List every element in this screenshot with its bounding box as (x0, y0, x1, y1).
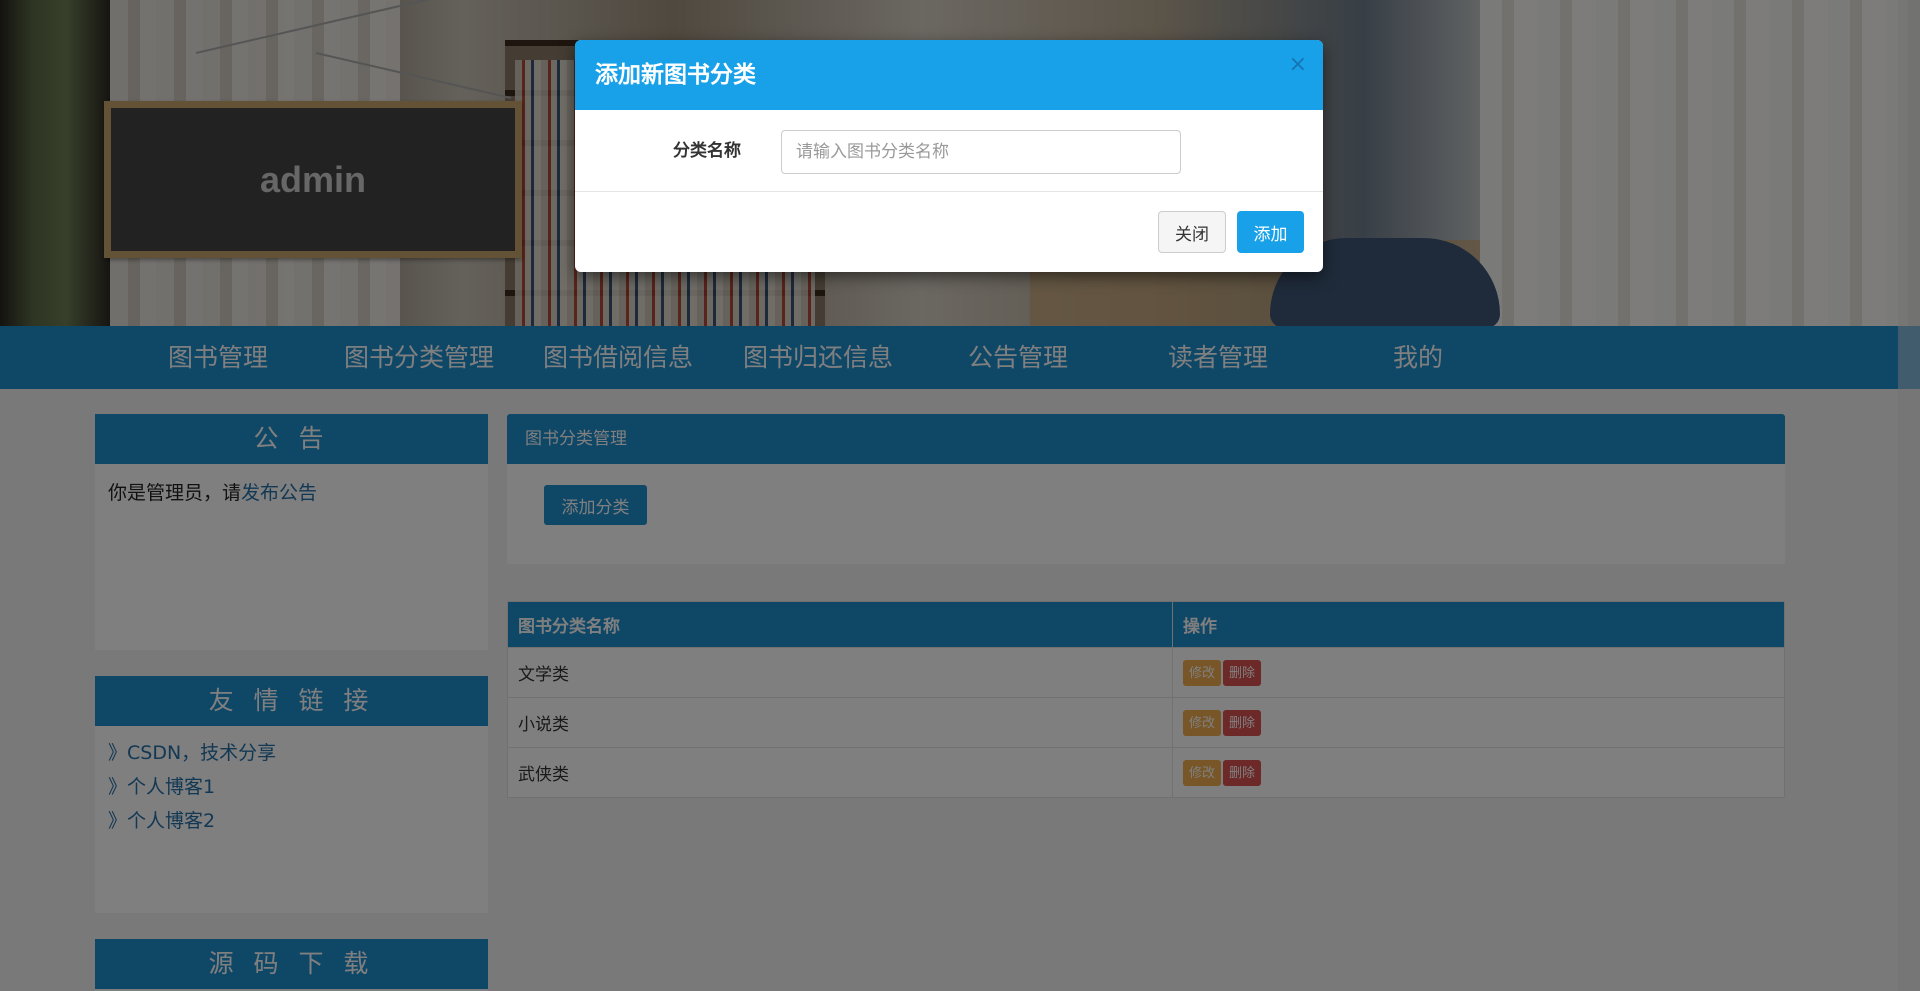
dialog-body: 分类名称 (575, 110, 1323, 192)
close-icon[interactable]: × (1289, 54, 1307, 76)
category-name-input[interactable] (781, 130, 1181, 174)
category-name-label: 分类名称 (673, 141, 741, 161)
add-submit-button[interactable]: 添加 (1237, 211, 1304, 253)
close-button[interactable]: 关闭 (1158, 211, 1226, 253)
add-category-dialog: 添加新图书分类 × 分类名称 关闭 添加 (575, 40, 1323, 272)
dialog-footer: 关闭 添加 (575, 192, 1323, 272)
dialog-title: 添加新图书分类 (595, 62, 756, 88)
dialog-header: 添加新图书分类 × (575, 40, 1323, 110)
